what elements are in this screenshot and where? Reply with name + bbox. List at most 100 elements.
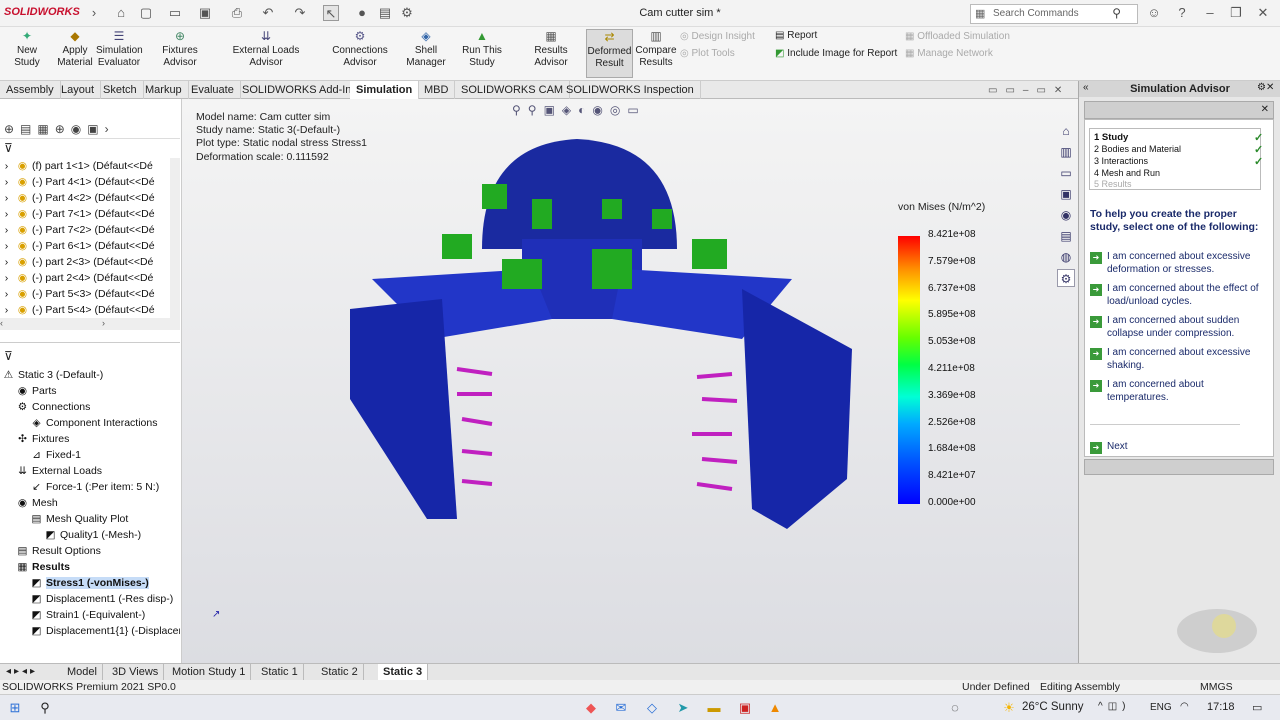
step-interactions[interactable]: 3 Interactions [1094,156,1148,166]
tray-icons[interactable]: ^◫) [1098,701,1130,712]
tab-motion-study[interactable]: Motion Study 1 [167,664,252,681]
option-fatigue[interactable]: ➜ I am concerned about the effect of load… [1090,282,1268,308]
print-icon[interactable]: ⎙ [229,5,245,21]
language-indicator[interactable]: ENG [1150,702,1172,713]
sim-tree-item[interactable]: ▤ Result Options [0,543,180,559]
sim-tree-item[interactable]: ⚙ Connections [0,399,180,415]
expand-arrow-icon[interactable]: › [0,302,13,318]
tab-cam[interactable]: SOLIDWORKS CAM [455,81,571,99]
expand-arrow-icon[interactable]: › [0,254,13,270]
feature-tree-item[interactable]: › ◉ (-) Part 4<1> (Défaut<<Dé [0,174,170,190]
sim-tree-item[interactable]: ◩ Displacement1{1} (-Displacem [0,623,180,639]
feature-tree-item[interactable]: › ◉ (-) Part 7<1> (Défaut<<Dé [0,206,170,222]
sim-tree-item[interactable]: ⊿ Fixed-1 [0,447,180,463]
next-button[interactable]: ➜ Next [1090,440,1268,454]
options-gear-icon[interactable]: ⚙ [399,5,415,21]
vscode-icon[interactable]: ◇ [643,699,661,717]
sim-tree-item[interactable]: ⚠ Static 3 (-Default-) [0,367,180,383]
tab-layout[interactable]: Layout [55,81,102,99]
tab-mbd[interactable]: MBD [418,81,456,99]
design-insight-button[interactable]: ◎ Design Insight [680,31,755,43]
open-icon[interactable]: ▭ [167,5,183,21]
step-bodies[interactable]: 2 Bodies and Material [1094,144,1181,154]
splitter[interactable] [0,342,180,343]
sim-tree-item[interactable]: ◈ Component Interactions [0,415,180,431]
expand-arrow-icon[interactable]: › [0,174,13,190]
resources-icon[interactable]: ⌂ [1057,122,1075,140]
include-image-button[interactable]: ◩ Include Image for Report [775,48,897,60]
home-icon[interactable]: ⌂ [113,5,129,21]
sim-tree-item[interactable]: ▤ Mesh Quality Plot [0,511,180,527]
manage-network-button[interactable]: ▦ Manage Network [905,48,993,60]
tree-scrollbar[interactable] [170,158,180,318]
expand-arrow-icon[interactable]: › [0,222,13,238]
sim-tree-item[interactable]: ▦ Results [0,559,180,575]
vlc-icon[interactable]: ▲ [766,699,784,717]
results-advisor-button[interactable]: ▦ Results Advisor [519,29,583,69]
weather-text[interactable]: 26°C Sunny [1022,701,1084,713]
account-icon[interactable]: ☺ [1146,5,1162,21]
mail-icon[interactable]: ✉ [612,699,630,717]
redo-icon[interactable]: ↷ [292,5,308,21]
step-results[interactable]: 5 Results [1094,179,1132,189]
simulation-advisor-tab-icon[interactable]: ⚙ [1057,269,1075,287]
sim-tree-item[interactable]: ◉ Parts [0,383,180,399]
tab-evaluate[interactable]: Evaluate [185,81,241,99]
tab-static-2[interactable]: Static 2 [316,664,364,681]
wifi-icon[interactable]: ◠ [1180,701,1189,712]
custom-properties-icon[interactable]: ▤ [1057,227,1075,245]
tab-assembly[interactable]: Assembly [0,81,61,99]
sim-tree-item[interactable]: ◩ Strain1 (-Equivalent-) [0,607,180,623]
search-icon[interactable]: ⚲ [36,699,54,717]
run-this-study-button[interactable]: ▲ Run This Study [450,29,514,69]
apply-material-button[interactable]: ◆ Apply Material [55,29,95,69]
pin-icon[interactable]: ⚙✕ [1257,82,1274,93]
sim-filter-icon[interactable]: ⊽ [4,349,13,363]
sim-tree-item[interactable]: ◩ Stress1 (-vonMises-) [0,575,180,591]
feature-tree-item[interactable]: › ◉ (-) Part 4<2> (Défaut<<Dé [0,190,170,206]
search-commands-input[interactable]: ▦ Search Commands ⚲ [970,4,1138,24]
minimize-icon[interactable]: – [1202,5,1218,21]
tab-markup[interactable]: Markup [139,81,189,99]
compare-results-button[interactable]: ▥ Compare Results [635,29,677,69]
expand-arrow-icon[interactable]: › [0,270,13,286]
notification-icon[interactable]: ▭ [1252,701,1262,714]
close-icon[interactable]: ✕ [1255,5,1271,21]
tab-addins[interactable]: SOLIDWORKS Add-Ins [236,81,364,99]
menu-arrow-icon[interactable]: › [86,5,102,21]
design-library-icon[interactable]: ▥ [1057,143,1075,161]
expand-arrow-icon[interactable]: › [0,286,13,302]
viewport-window-controls[interactable]: ▭▭–▭✕ [988,85,1070,96]
close-advisor-icon[interactable]: ✕ [1261,104,1269,115]
feature-tree-item[interactable]: › ◉ (-) Part 6<1> (Défaut<<Dé [0,238,170,254]
maximize-icon[interactable]: ❐ [1228,5,1244,21]
help-icon[interactable]: ? [1174,5,1190,21]
view-palette-icon[interactable]: ▣ [1057,185,1075,203]
tab-simulation[interactable]: Simulation [350,81,420,99]
file-explorer-icon[interactable]: ▬ [705,699,723,717]
sim-tree-item[interactable]: ◩ Quality1 (-Mesh-) [0,527,180,543]
tab-3d-views[interactable]: 3D Views [107,664,165,681]
new-study-button[interactable]: ✦ New Study [4,29,50,69]
appearances-icon[interactable]: ◉ [1057,206,1075,224]
forum-icon[interactable]: ◍ [1057,248,1075,266]
sim-tree-item[interactable]: ⇊ External Loads [0,463,180,479]
manager-tabs[interactable]: ⊕▤▦⊕◉▣› [0,119,180,139]
magnifier-icon[interactable]: ⚲ [1112,6,1121,20]
tray-icon[interactable]: ◌ [946,699,964,717]
feature-tree-item[interactable]: › ◉ (-) Part 5<4> (Défaut<<Dé [0,302,170,318]
report-button[interactable]: ▤ Report [775,30,817,42]
brave-icon[interactable]: ◆ [582,699,600,717]
option-buckling[interactable]: ➜ I am concerned about sudden collapse un… [1090,314,1268,340]
tab-sketch[interactable]: Sketch [97,81,144,99]
windows-start-icon[interactable]: ⊞ [6,699,24,717]
sim-tree-item[interactable]: ↙ Force-1 (:Per item: 5 N:) [0,479,180,495]
file-properties-icon[interactable]: ▤ [377,5,393,21]
simulation-evaluator-button[interactable]: ☰ Simulation Evaluator [96,29,143,69]
plot-tools-button[interactable]: ◎ Plot Tools [680,48,735,60]
feature-tree-item[interactable]: › ◉ (-) Part 5<3> (Défaut<<Dé [0,286,170,302]
tab-model[interactable]: Model [62,664,103,681]
solidworks-taskbar-icon[interactable]: ▣ [736,699,754,717]
option-temperature[interactable]: ➜ I am concerned about temperatures. [1090,378,1268,404]
tab-static-3[interactable]: Static 3 [378,664,429,681]
